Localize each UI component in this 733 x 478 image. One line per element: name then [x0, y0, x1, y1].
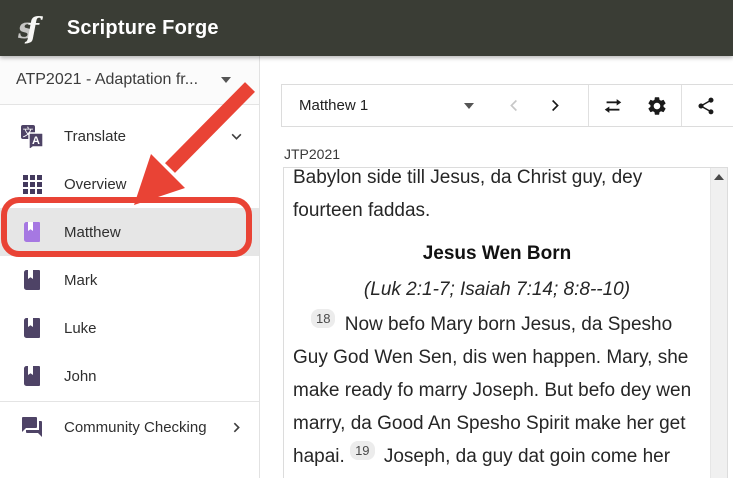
verse-paragraph: 18 Now befo Mary born Jesus, da Spesho G…	[293, 308, 701, 478]
swap-source-button[interactable]	[591, 85, 635, 126]
sidebar-item-label: Luke	[64, 320, 97, 337]
project-selector[interactable]: ATP2021 - Adaptation fr...	[0, 56, 259, 105]
next-chapter-button[interactable]	[534, 85, 574, 126]
parallel-reference: (Luk 2:1-7; Isaiah 7:14; 8:8--10)	[293, 273, 701, 306]
sidebar-item-label: Community Checking	[64, 419, 207, 436]
scripture-text-panel: Babylon side till Jesus, da Christ guy, …	[283, 167, 728, 478]
sidebar-item-label: John	[64, 368, 97, 385]
sidebar: ATP2021 - Adaptation fr... 文 A Translate	[0, 56, 260, 478]
source-project-label: JTP2021	[284, 146, 340, 162]
verse-number-badge: 19	[350, 441, 374, 460]
sidebar-item-label: Translate	[64, 128, 126, 145]
book-icon	[20, 316, 44, 340]
sidebar-item-mark[interactable]: Mark	[0, 256, 259, 304]
sidebar-item-luke[interactable]: Luke	[0, 304, 259, 352]
book-icon	[20, 220, 44, 244]
sidebar-item-overview[interactable]: Overview	[0, 160, 259, 208]
sidebar-item-label: Matthew	[64, 224, 121, 241]
sidebar-item-matthew[interactable]: Matthew	[0, 208, 259, 256]
sidebar-item-john[interactable]: John	[0, 352, 259, 400]
sidebar-item-translate[interactable]: 文 A Translate	[0, 112, 259, 160]
app-logo-icon: sf	[18, 14, 39, 43]
project-selector-label: ATP2021 - Adaptation fr...	[16, 71, 221, 89]
section-heading: Jesus Wen Born	[293, 237, 701, 270]
sidebar-divider	[0, 401, 259, 402]
swap-arrows-icon	[602, 95, 624, 117]
toolbar-divider	[681, 85, 682, 126]
grid-icon	[20, 172, 44, 196]
sidebar-item-label: Mark	[64, 272, 97, 289]
chevron-right-icon	[230, 421, 243, 434]
chevron-left-icon	[507, 98, 522, 113]
scripture-content: Babylon side till Jesus, da Christ guy, …	[293, 167, 701, 478]
share-button[interactable]	[684, 85, 728, 126]
verse-number-badge: 18	[311, 309, 335, 328]
chapter-select-label: Matthew 1	[299, 97, 464, 114]
book-icon	[20, 364, 44, 388]
chevron-down-icon	[230, 130, 243, 143]
gear-icon	[646, 95, 668, 117]
share-icon	[696, 96, 716, 116]
chapter-select[interactable]: Matthew 1	[282, 97, 478, 114]
chevron-right-icon	[547, 98, 562, 113]
verse-fragment: Babylon side till Jesus, da Christ guy, …	[293, 167, 701, 227]
forum-icon	[20, 415, 44, 439]
toolbar-divider	[588, 85, 589, 126]
settings-button[interactable]	[635, 85, 679, 126]
sidebar-item-label: Overview	[64, 176, 127, 193]
chapter-toolbar: Matthew 1	[281, 84, 733, 127]
svg-text:A: A	[32, 135, 40, 147]
app-bar: sf Scripture Forge	[0, 0, 733, 56]
scroll-up-icon[interactable]	[714, 174, 724, 180]
previous-chapter-button[interactable]	[494, 85, 534, 126]
scrollbar[interactable]	[710, 168, 727, 478]
translate-icon: 文 A	[20, 124, 44, 148]
book-icon	[20, 268, 44, 292]
app-title: Scripture Forge	[67, 17, 219, 40]
dropdown-caret-icon	[464, 103, 474, 109]
dropdown-caret-icon	[221, 77, 231, 83]
sidebar-item-community-checking[interactable]: Community Checking	[0, 403, 259, 451]
